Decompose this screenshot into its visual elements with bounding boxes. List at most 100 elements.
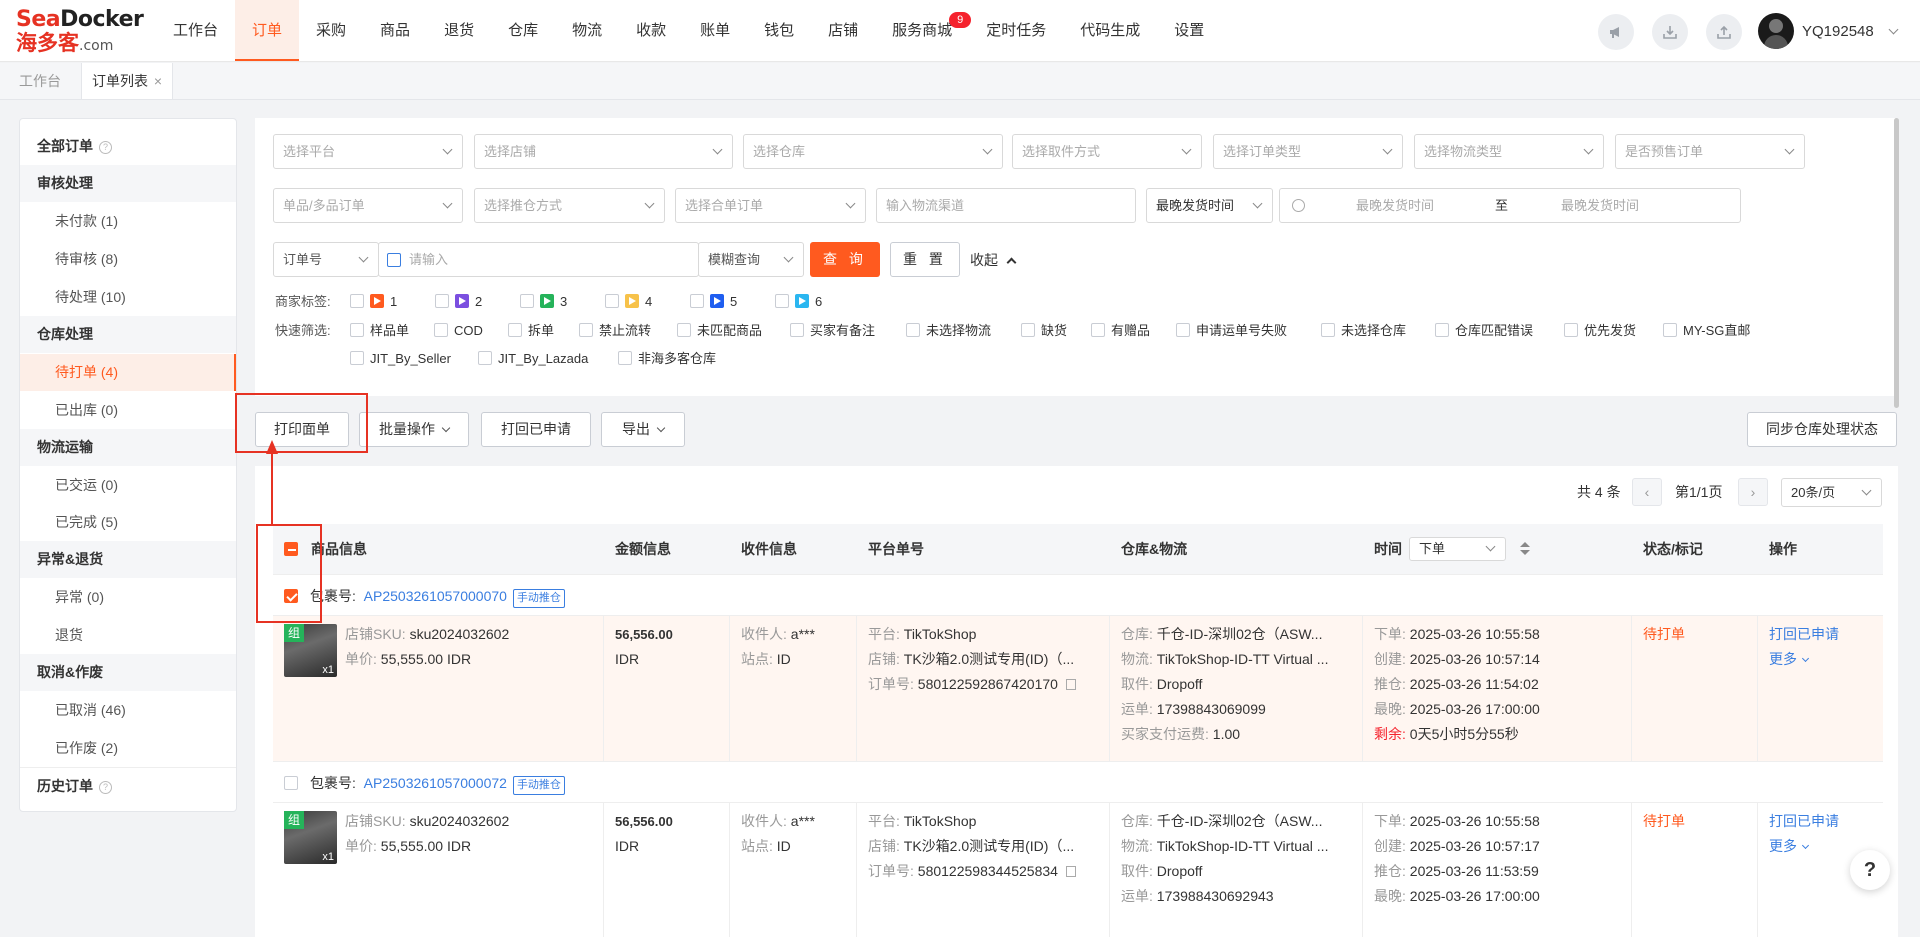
print-applied-link[interactable]: 打回已申请 bbox=[1769, 809, 1839, 834]
keyword-input[interactable]: 请输入 bbox=[378, 242, 699, 277]
merchant-tag-4[interactable]: 4 bbox=[605, 292, 652, 312]
nav-payments[interactable]: 收款 bbox=[619, 0, 683, 61]
presale-select[interactable]: 是否预售订单 bbox=[1615, 134, 1805, 169]
help-icon[interactable]: ? bbox=[99, 781, 112, 794]
tab-order-list[interactable]: 订单列表 × bbox=[81, 63, 174, 99]
help-icon[interactable]: ? bbox=[99, 141, 112, 154]
quick-filter-priority[interactable]: 优先发货 bbox=[1564, 321, 1636, 341]
match-mode-select[interactable]: 模糊查询 bbox=[698, 242, 804, 277]
logistics-type-select[interactable]: 选择物流类型 bbox=[1414, 134, 1604, 169]
sidebar-item-voided[interactable]: 已作废 (2) bbox=[20, 730, 236, 767]
quick-filter-split[interactable]: 拆单 bbox=[508, 321, 554, 341]
quick-filter-warehouse-mismatch[interactable]: 仓库匹配错误 bbox=[1435, 321, 1533, 341]
quick-filter-jit-lazada[interactable]: JIT_By_Lazada bbox=[478, 349, 588, 369]
sort-icon[interactable] bbox=[1520, 542, 1530, 547]
item-count-select[interactable]: 单品/多品订单 bbox=[273, 188, 463, 223]
nav-products[interactable]: 商品 bbox=[363, 0, 427, 61]
nav-settings[interactable]: 设置 bbox=[1157, 0, 1221, 61]
sidebar-item-exception[interactable]: 异常 (0) bbox=[20, 579, 236, 616]
package-number-link[interactable]: AP2503261057000072 bbox=[364, 775, 507, 791]
quick-filter-sample[interactable]: 样品单 bbox=[350, 321, 409, 341]
package-number-link[interactable]: AP2503261057000070 bbox=[364, 588, 507, 604]
quick-filter-no-logistics[interactable]: 未选择物流 bbox=[906, 321, 991, 341]
nav-code-gen[interactable]: 代码生成 bbox=[1063, 0, 1157, 61]
logistics-channel-input[interactable]: 输入物流渠道 bbox=[876, 188, 1136, 223]
quick-filter-no-warehouse[interactable]: 未选择仓库 bbox=[1321, 321, 1406, 341]
nav-workbench[interactable]: 工作台 bbox=[156, 0, 235, 61]
tab-workbench[interactable]: 工作台 bbox=[9, 63, 71, 99]
order-no-type-select[interactable]: 订单号 bbox=[273, 242, 379, 277]
sync-warehouse-status-button[interactable]: 同步仓库处理状态 bbox=[1747, 412, 1897, 447]
nav-purchase[interactable]: 采购 bbox=[299, 0, 363, 61]
more-link[interactable]: 更多 bbox=[1769, 647, 1809, 672]
merchant-tag-5[interactable]: 5 bbox=[690, 292, 737, 312]
nav-returns[interactable]: 退货 bbox=[427, 0, 491, 61]
next-page-button[interactable]: › bbox=[1738, 478, 1768, 506]
prev-page-button[interactable]: ‹ bbox=[1632, 478, 1662, 506]
nav-scheduled-tasks[interactable]: 定时任务 bbox=[969, 0, 1063, 61]
page-size-select[interactable]: 20条/页 bbox=[1781, 478, 1882, 507]
copy-icon[interactable] bbox=[1065, 679, 1076, 690]
scrollbar[interactable] bbox=[1894, 118, 1899, 408]
sidebar-history-orders[interactable]: 历史订单? bbox=[20, 767, 236, 804]
sidebar-all-orders[interactable]: 全部订单? bbox=[20, 128, 236, 165]
sidebar-item-unpaid[interactable]: 未付款 (1) bbox=[20, 203, 236, 240]
download-icon[interactable] bbox=[1652, 14, 1688, 50]
sidebar-item-pending-process[interactable]: 待处理 (10) bbox=[20, 279, 236, 316]
user-menu[interactable]: YQ192548 bbox=[1758, 13, 1899, 49]
nav-orders[interactable]: 订单 bbox=[235, 0, 300, 61]
pickup-select[interactable]: 选择取件方式 bbox=[1012, 134, 1202, 169]
help-button[interactable]: ? bbox=[1850, 850, 1890, 890]
collapse-toggle[interactable]: 收起 bbox=[970, 250, 1017, 270]
quick-filter-unmatched[interactable]: 未匹配商品 bbox=[677, 321, 762, 341]
upload-icon[interactable] bbox=[1706, 14, 1742, 50]
quick-filter-no-transfer[interactable]: 禁止流转 bbox=[579, 321, 651, 341]
sidebar-item-completed[interactable]: 已完成 (5) bbox=[20, 504, 236, 541]
quick-filter-gift[interactable]: 有赠品 bbox=[1091, 321, 1150, 341]
nav-wallet[interactable]: 钱包 bbox=[747, 0, 811, 61]
quick-filter-buyer-note[interactable]: 买家有备注 bbox=[790, 321, 875, 341]
ship-time-select[interactable]: 最晚发货时间 bbox=[1146, 188, 1273, 223]
sidebar-item-shipped-out[interactable]: 已出库 (0) bbox=[20, 392, 236, 429]
export-button[interactable]: 导出 bbox=[601, 412, 685, 447]
merchant-tag-1[interactable]: 1 bbox=[350, 292, 397, 312]
nav-bills[interactable]: 账单 bbox=[683, 0, 747, 61]
sidebar-item-delivered[interactable]: 已交运 (0) bbox=[20, 467, 236, 504]
merchant-tag-3[interactable]: 3 bbox=[520, 292, 567, 312]
store-select[interactable]: 选择店铺 bbox=[474, 134, 733, 169]
close-icon[interactable]: × bbox=[154, 73, 162, 89]
more-link[interactable]: 更多 bbox=[1769, 834, 1809, 859]
logo[interactable]: SeaDocker 海多客.com bbox=[16, 8, 144, 55]
order-type-select[interactable]: 选择订单类型 bbox=[1213, 134, 1403, 169]
sidebar-item-pending-review[interactable]: 待审核 (8) bbox=[20, 241, 236, 278]
print-applied-button[interactable]: 打回已申请 bbox=[481, 412, 591, 447]
product-image[interactable]: 组 x1 bbox=[284, 624, 337, 677]
quick-filter-jit-seller[interactable]: JIT_By_Seller bbox=[350, 349, 451, 369]
batch-actions-button[interactable]: 批量操作 bbox=[359, 412, 469, 447]
quick-filter-non-seadocker-warehouse[interactable]: 非海多客仓库 bbox=[618, 349, 716, 369]
date-range-picker[interactable]: 最晚发货时间 至 最晚发货时间 bbox=[1279, 188, 1741, 223]
copy-icon[interactable] bbox=[1065, 866, 1076, 877]
sidebar-item-to-print[interactable]: 待打单 (4) bbox=[20, 354, 236, 391]
product-image[interactable]: 组 x1 bbox=[284, 811, 337, 864]
search-button[interactable]: 查 询 bbox=[810, 242, 880, 277]
print-applied-link[interactable]: 打回已申请 bbox=[1769, 622, 1839, 647]
announcement-icon[interactable] bbox=[1598, 14, 1634, 50]
warehouse-select[interactable]: 选择仓库 bbox=[743, 134, 1003, 169]
reset-button[interactable]: 重 置 bbox=[890, 242, 960, 277]
batch-input-icon[interactable] bbox=[387, 253, 401, 267]
merge-order-select[interactable]: 选择合单订单 bbox=[675, 188, 866, 223]
quick-filter-out-of-stock[interactable]: 缺货 bbox=[1021, 321, 1067, 341]
nav-service-mall[interactable]: 服务商城 9 bbox=[875, 0, 972, 61]
nav-logistics[interactable]: 物流 bbox=[555, 0, 619, 61]
merchant-tag-6[interactable]: 6 bbox=[775, 292, 822, 312]
push-method-select[interactable]: 选择推仓方式 bbox=[474, 188, 665, 223]
sidebar-item-cancelled[interactable]: 已取消 (46) bbox=[20, 692, 236, 729]
quick-filter-waybill-failed[interactable]: 申请运单号失败 bbox=[1176, 321, 1287, 341]
time-sort-select[interactable]: 下单 bbox=[1409, 537, 1506, 561]
row-checkbox[interactable] bbox=[284, 776, 298, 790]
sort-icon[interactable] bbox=[1520, 550, 1530, 555]
quick-filter-my-sg[interactable]: MY-SG直邮 bbox=[1663, 321, 1750, 341]
nav-warehouse[interactable]: 仓库 bbox=[491, 0, 555, 61]
sidebar-item-returns[interactable]: 退货 bbox=[20, 617, 236, 654]
